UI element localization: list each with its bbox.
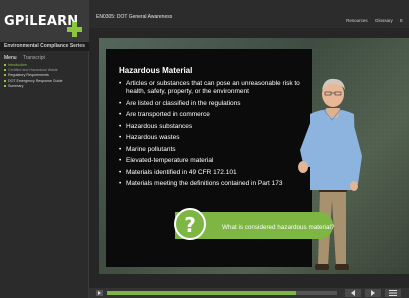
bullet-item: Are transported in commerce — [119, 111, 309, 119]
tab-menu[interactable]: Menu — [4, 55, 17, 61]
next-button[interactable] — [365, 289, 381, 297]
header-bar: EN0305: DOT General Awareness Resources … — [89, 0, 409, 28]
player-controls — [89, 288, 409, 298]
bullet-icon — [4, 69, 6, 72]
series-label: Environmental Compliance Series — [4, 43, 85, 49]
header-links: Resources Glossary E — [346, 18, 409, 23]
slide-title: Hazardous Material — [119, 66, 193, 75]
app-window: GPiLEARN Environmental Compliance Series… — [0, 0, 409, 298]
question-text[interactable]: What is considered hazardous material? — [222, 224, 334, 231]
bullet-icon — [4, 84, 6, 87]
series-banner: Environmental Compliance Series — [0, 42, 89, 51]
sidebar-tabs: Menu Transcript — [4, 55, 50, 61]
previous-button[interactable] — [345, 289, 361, 297]
progress-bar[interactable] — [107, 291, 337, 295]
bullet-item: Hazardous substances — [119, 123, 309, 131]
sidebar: GPiLEARN Environmental Compliance Series… — [0, 0, 89, 298]
bullet-item: Materials identified in 49 CFR 172.101 — [119, 169, 309, 177]
menu-list: Introduction Certified and Hazardous Was… — [4, 63, 62, 89]
glossary-link[interactable]: Glossary — [375, 18, 393, 23]
bullet-item: Materials meeting the definitions contai… — [119, 180, 309, 188]
question-mark-icon[interactable]: ? — [174, 208, 206, 240]
logo: GPiLEARN — [0, 0, 89, 42]
bullet-item: Hazardous wastes — [119, 134, 309, 142]
play-button[interactable] — [96, 290, 103, 296]
progress-fill — [107, 291, 296, 295]
bullet-item: Articles or substances that can pose an … — [119, 80, 309, 96]
bullet-item: Elevated-temperature material — [119, 157, 309, 165]
exit-link[interactable]: E — [400, 18, 403, 23]
menu-button[interactable] — [385, 289, 401, 297]
bullet-icon — [4, 74, 6, 77]
slide: Hazardous Material Articles or substance… — [99, 38, 409, 274]
content-area: Hazardous Material Articles or substance… — [89, 28, 409, 288]
bullet-item: Marine pollutants — [119, 146, 309, 154]
course-title: EN0305: DOT General Awareness — [96, 14, 173, 20]
plus-logo-icon — [67, 22, 82, 37]
bullet-icon — [4, 79, 6, 82]
menu-item-summary[interactable]: Summary — [4, 84, 62, 89]
tab-transcript[interactable]: Transcript — [23, 55, 45, 61]
bullet-list: Articles or substances that can pose an … — [119, 80, 309, 192]
resources-link[interactable]: Resources — [346, 18, 368, 23]
question-mark: ? — [184, 213, 196, 237]
bullet-icon — [4, 64, 6, 67]
presenter-video — [298, 78, 362, 270]
bullet-item: Are listed or classified in the regulati… — [119, 100, 309, 108]
